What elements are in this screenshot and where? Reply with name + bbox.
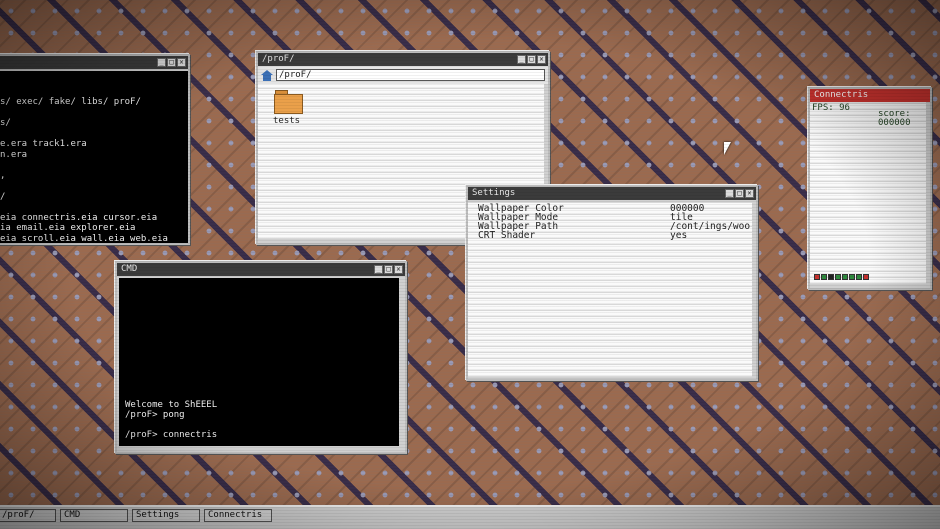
explorer-title: /proF/	[262, 54, 295, 64]
cmd-lines: Welcome to ShEEEL/proF> pong /proF> conn…	[125, 400, 217, 440]
close-icon[interactable]: ✕	[745, 189, 754, 198]
fps-readout: FPS: 96	[812, 103, 850, 113]
maximize-icon[interactable]: □	[735, 189, 744, 198]
left-terminal-titlebar[interactable]: _ □ ✕	[0, 56, 188, 69]
cmd-output[interactable]: Welcome to ShEEEL/proF> pong /proF> conn…	[119, 278, 399, 446]
settings-list: Wallpaper Color 000000 Wallpaper Mode tile W…	[468, 204, 752, 241]
maximize-icon[interactable]: □	[167, 58, 176, 67]
terminal-line: /	[0, 191, 6, 202]
minimize-icon[interactable]: _	[517, 55, 526, 64]
explorer-pathbar: /proF/	[258, 66, 548, 84]
cmd-title: CMD	[121, 264, 138, 274]
cmd-line: /proF> pong	[125, 410, 185, 420]
game-piece	[814, 274, 820, 280]
maximize-icon[interactable]: □	[384, 265, 393, 274]
game-pieces-row	[814, 274, 869, 280]
game-piece	[863, 274, 869, 280]
setting-value[interactable]: yes	[670, 231, 687, 241]
settings-row[interactable]: CRT Shader yes	[468, 230, 752, 241]
terminal-line: e.era track1.era	[0, 139, 87, 149]
cmd-titlebar[interactable]: CMD _ □ ✕	[117, 263, 405, 276]
mouse-cursor-icon	[724, 142, 731, 155]
settings-title: Settings	[472, 188, 516, 198]
left-terminal-window[interactable]: _ □ ✕ s/ exec/ fake/ libs/ proF/ s/ e.er…	[0, 54, 190, 245]
taskbar-item-explorer[interactable]: /proF/	[0, 509, 56, 522]
minimize-icon[interactable]: _	[725, 189, 734, 198]
settings-content: Wallpaper Color 000000 Wallpaper Mode tile W…	[468, 202, 752, 377]
game-piece	[828, 274, 834, 280]
folder-icon	[274, 90, 303, 114]
terminal-line: s/ exec/ fake/ libs/ proF/	[0, 97, 141, 107]
connectris-title: Connectris	[814, 90, 869, 100]
left-terminal-lines: s/ exec/ fake/ libs/ proF/ s/ e.era trac…	[0, 97, 188, 245]
cmd-line	[125, 420, 217, 430]
terminal-line: s/	[0, 118, 11, 128]
game-piece	[842, 274, 848, 280]
home-icon[interactable]	[261, 69, 273, 81]
cmd-line: /proF> connectris	[125, 430, 218, 440]
game-piece	[849, 274, 855, 280]
terminal-line: ia email.eia explorer.eia	[0, 223, 136, 233]
close-icon[interactable]: ✕	[177, 58, 186, 67]
taskbar-item-cmd[interactable]: CMD	[60, 509, 128, 522]
left-terminal-output[interactable]: s/ exec/ fake/ libs/ proF/ s/ e.era trac…	[0, 71, 188, 245]
path-input[interactable]: /proF/	[276, 69, 545, 81]
connectris-board[interactable]: FPS: 96 score: 000000	[810, 102, 926, 284]
setting-key: CRT Shader	[478, 230, 536, 241]
close-icon[interactable]: ✕	[537, 55, 546, 64]
minimize-icon[interactable]: _	[157, 58, 166, 67]
terminal-line: ,	[0, 170, 6, 181]
score-value: 000000	[878, 118, 911, 128]
connectris-window[interactable]: Connectris FPS: 96 score: 000000	[808, 87, 932, 290]
explorer-titlebar[interactable]: /proF/ _ □ ✕	[258, 53, 548, 66]
game-piece	[821, 274, 827, 280]
taskbar-item-settings[interactable]: Settings	[132, 509, 200, 522]
cmd-line: Welcome to ShEEEL	[125, 400, 218, 410]
folder-item-tests[interactable]: tests	[268, 90, 308, 130]
minimize-icon[interactable]: _	[374, 265, 383, 274]
game-piece	[835, 274, 841, 280]
connectris-titlebar[interactable]: Connectris	[810, 89, 930, 102]
maximize-icon[interactable]: □	[527, 55, 536, 64]
cmd-window[interactable]: CMD _ □ ✕ Welcome to ShEEEL/proF> pong /…	[115, 261, 407, 454]
terminal-line: eia	[0, 244, 188, 245]
terminal-line: eia scroll.eia wall.eia web.eia	[0, 233, 168, 244]
taskbar: /proF/ CMD Settings Connectris	[0, 505, 940, 529]
settings-window[interactable]: Settings _ □ ✕ Wallpaper Color 000000 Wall…	[466, 185, 758, 381]
close-icon[interactable]: ✕	[394, 265, 403, 274]
game-piece	[856, 274, 862, 280]
settings-titlebar[interactable]: Settings _ □ ✕	[468, 187, 756, 200]
terminal-line: eia connectris.eia cursor.eia	[0, 212, 158, 223]
taskbar-item-connectris[interactable]: Connectris	[204, 509, 272, 522]
folder-label: tests	[273, 116, 301, 126]
terminal-line: n.era	[0, 149, 28, 160]
